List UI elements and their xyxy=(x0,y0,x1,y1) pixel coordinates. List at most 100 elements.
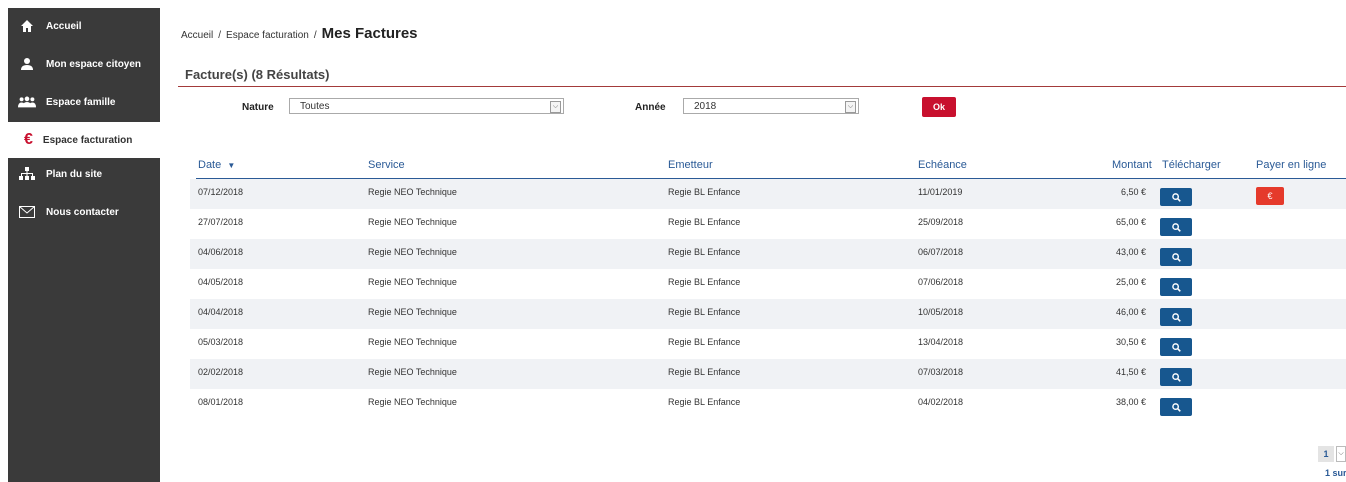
download-button[interactable] xyxy=(1160,278,1192,296)
search-icon xyxy=(1171,282,1181,292)
sidebar-item-label: Mon espace citoyen xyxy=(46,58,142,70)
column-header-montant: Montant xyxy=(1112,159,1152,171)
download-button[interactable] xyxy=(1160,218,1192,236)
cell-date: 02/02/2018 xyxy=(198,367,244,377)
table-row: 27/07/2018 Regie NEO Technique Regie BL En… xyxy=(190,209,1346,239)
cell-emetteur: Regie BL Enfance xyxy=(668,217,741,227)
breadcrumb-link-accueil[interactable]: Accueil xyxy=(181,30,213,41)
euro-icon: € xyxy=(24,131,33,148)
breadcrumb-link-espace-facturation[interactable]: Espace facturation xyxy=(226,30,309,41)
cell-date: 05/03/2018 xyxy=(198,337,244,347)
cell-montant: 41,50 € xyxy=(1115,367,1146,377)
annee-select-value: 2018 xyxy=(694,100,717,112)
cell-montant: 6,50 € xyxy=(1120,187,1146,197)
search-icon xyxy=(1171,372,1181,382)
mail-icon xyxy=(18,205,36,219)
download-button[interactable] xyxy=(1160,188,1192,206)
table-row: 05/03/2018 Regie NEO Technique Regie BL En… xyxy=(190,329,1346,359)
cell-emetteur: Regie BL Enfance xyxy=(668,367,741,377)
page-title: Mes Factures xyxy=(321,25,418,42)
annee-select[interactable]: 2018 ⌵ xyxy=(683,98,859,114)
download-button[interactable] xyxy=(1160,368,1192,386)
search-icon xyxy=(1171,402,1181,412)
cell-emetteur: Regie BL Enfance xyxy=(668,247,741,257)
cell-service: Regie NEO Technique xyxy=(368,367,457,377)
cell-emetteur: Regie BL Enfance xyxy=(668,277,741,287)
sidebar-item-mon-espace-citoyen[interactable]: Mon espace citoyen xyxy=(8,46,160,82)
nature-label: Nature xyxy=(242,102,274,113)
cell-service: Regie NEO Technique xyxy=(368,397,457,407)
sidebar-item-accueil[interactable]: Accueil xyxy=(8,8,160,44)
sidebar-item-espace-famille[interactable]: Espace famille xyxy=(8,84,160,120)
cell-montant: 38,00 € xyxy=(1115,397,1146,407)
panel-title: Facture(s) (8 Résultats) xyxy=(185,67,330,82)
annee-label: Année xyxy=(635,102,666,113)
cell-echeance: 10/05/2018 xyxy=(918,307,964,317)
cell-echeance: 04/02/2018 xyxy=(918,397,964,407)
chevron-down-icon: ⌵ xyxy=(550,101,561,113)
table-row: 02/02/2018 Regie NEO Technique Regie BL En… xyxy=(190,359,1346,389)
search-icon xyxy=(1171,312,1181,322)
cell-emetteur: Regie BL Enfance xyxy=(668,307,741,317)
sidebar-item-label: Espace famille xyxy=(46,96,116,108)
column-header-payer: Payer en ligne xyxy=(1256,159,1327,171)
sidebar-item-label: Accueil xyxy=(46,20,82,32)
sidebar-item-label: Espace facturation xyxy=(42,134,133,146)
cell-echeance: 11/01/2019 xyxy=(918,187,963,197)
cell-date: 04/06/2018 xyxy=(198,247,244,257)
page-number-select[interactable]: 1 xyxy=(1318,446,1334,462)
user-icon xyxy=(18,57,36,71)
cell-service: Regie NEO Technique xyxy=(368,337,457,347)
cell-montant: 25,00 € xyxy=(1115,277,1146,287)
breadcrumb-separator: / xyxy=(218,30,222,41)
family-icon xyxy=(18,95,36,109)
nature-select-value: Toutes xyxy=(300,100,330,112)
panel-divider xyxy=(178,86,1346,87)
column-header-telecharger: Télécharger xyxy=(1162,159,1221,171)
ok-button[interactable]: Ok xyxy=(922,97,956,117)
search-icon xyxy=(1171,222,1181,232)
sidebar-item-espace-facturation[interactable]: € Espace facturation xyxy=(8,122,160,158)
download-button[interactable] xyxy=(1160,338,1192,356)
sidebar-item-plan-du-site[interactable]: Plan du site xyxy=(8,156,160,192)
cell-date: 04/05/2018 xyxy=(198,277,244,287)
download-button[interactable] xyxy=(1160,248,1192,266)
search-icon xyxy=(1171,252,1181,262)
download-button[interactable] xyxy=(1160,308,1192,326)
cell-service: Regie NEO Technique xyxy=(368,277,457,287)
cell-date: 04/04/2018 xyxy=(198,307,244,317)
cell-emetteur: Regie BL Enfance xyxy=(668,187,741,197)
nature-select[interactable]: Toutes ⌵ xyxy=(289,98,564,114)
search-icon xyxy=(1171,192,1181,202)
cell-echeance: 07/03/2018 xyxy=(918,367,964,377)
breadcrumb: Accueil / Espace facturation / Mes Factu… xyxy=(181,25,418,42)
cell-montant: 43,00 € xyxy=(1115,247,1146,257)
column-header-service: Service xyxy=(368,159,405,171)
page-info: 1 sur 1 xyxy=(1325,468,1346,478)
cell-montant: 65,00 € xyxy=(1115,217,1146,227)
chevron-down-icon[interactable]: ⌵ xyxy=(1336,446,1346,462)
cell-montant: 30,50 € xyxy=(1115,337,1146,347)
cell-echeance: 13/04/2018 xyxy=(918,337,964,347)
column-header-date[interactable]: Date ▼ xyxy=(198,159,235,171)
column-header-emetteur: Emetteur xyxy=(668,159,713,171)
cell-date: 27/07/2018 xyxy=(198,217,244,227)
download-button[interactable] xyxy=(1160,398,1192,416)
search-icon xyxy=(1171,342,1181,352)
cell-service: Regie NEO Technique xyxy=(368,307,457,317)
cell-date: 08/01/2018 xyxy=(198,397,244,407)
cell-service: Regie NEO Technique xyxy=(368,187,457,197)
sidebar-item-label: Nous contacter xyxy=(46,206,119,218)
cell-emetteur: Regie BL Enfance xyxy=(668,397,741,407)
sitemap-icon xyxy=(18,167,36,181)
cell-echeance: 25/09/2018 xyxy=(918,217,964,227)
column-header-echeance: Echéance xyxy=(918,159,967,171)
sidebar: Accueil Mon espace citoyen Espace famill… xyxy=(8,8,160,482)
pay-online-button[interactable]: € xyxy=(1256,187,1284,205)
table-row: 08/01/2018 Regie NEO Technique Regie BL En… xyxy=(190,389,1346,419)
home-icon xyxy=(18,19,36,33)
table-row: 04/04/2018 Regie NEO Technique Regie BL En… xyxy=(190,299,1346,329)
sidebar-item-nous-contacter[interactable]: Nous contacter xyxy=(8,194,160,230)
cell-emetteur: Regie BL Enfance xyxy=(668,337,741,347)
chevron-down-icon: ⌵ xyxy=(845,101,856,113)
